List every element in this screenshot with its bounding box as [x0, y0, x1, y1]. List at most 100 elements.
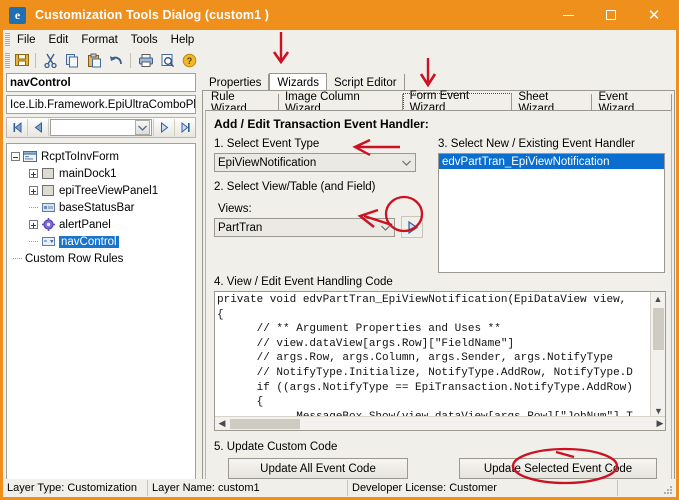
- control-name-field[interactable]: navControl: [6, 73, 196, 92]
- paste-icon: [88, 53, 101, 67]
- print-button[interactable]: [135, 50, 156, 70]
- tree-item-label: epiTreeViewPanel1: [59, 184, 159, 197]
- print-icon: [138, 53, 153, 67]
- expander-toggle[interactable]: [11, 152, 20, 161]
- combo-box-icon: [41, 236, 55, 248]
- close-button[interactable]: ✕: [633, 0, 675, 30]
- control-tree[interactable]: RcptToInvForm mainDock1 epiTreeViewPanel…: [6, 143, 196, 491]
- paste-button[interactable]: [84, 50, 105, 70]
- last-record-icon: [181, 121, 190, 134]
- nav-combo-input[interactable]: [50, 119, 152, 136]
- status-bar: Layer Type: Customization Layer Name: cu…: [3, 479, 676, 497]
- nav-next-button[interactable]: [154, 118, 174, 137]
- scroll-up-icon[interactable]: ▲: [651, 292, 665, 306]
- code-editor[interactable]: private void edvPartTran_EpiViewNotifica…: [214, 291, 666, 431]
- wizard-panel: Properties Wizards Script Editor Rule Wi…: [202, 73, 675, 493]
- minimize-icon: [562, 14, 574, 16]
- window-title: Customization Tools Dialog (custom1 ): [35, 8, 270, 22]
- code-editor-text[interactable]: private void edvPartTran_EpiViewNotifica…: [217, 293, 649, 424]
- update-selected-event-code-button[interactable]: Update Selected Event Code: [459, 458, 657, 479]
- table-row[interactable]: RcptToInvForm: [7, 148, 195, 165]
- views-value: PartTran: [218, 221, 263, 234]
- list-item[interactable]: edvPartTran_EpiViewNotification: [439, 154, 664, 169]
- menu-item-file[interactable]: File: [11, 32, 42, 48]
- tab-image-column-wizard[interactable]: Image Column Wizard: [278, 91, 403, 115]
- maximize-button[interactable]: [590, 0, 632, 30]
- copy-button[interactable]: [62, 50, 83, 70]
- page-title: Add / Edit Transaction Event Handler:: [214, 117, 429, 131]
- help-button[interactable]: ?: [179, 50, 200, 70]
- views-select[interactable]: PartTran: [214, 218, 395, 237]
- previous-record-icon: [34, 122, 42, 133]
- control-type-field[interactable]: Ice.Lib.Framework.EpiUltraComboPlus: [6, 95, 196, 114]
- event-type-value: EpiViewNotification: [218, 156, 317, 169]
- toolbar-grip[interactable]: [5, 52, 10, 68]
- apply-view-button[interactable]: [401, 216, 423, 238]
- table-row[interactable]: baseStatusBar: [7, 199, 195, 216]
- play-arrow-icon: [407, 220, 418, 234]
- tree-connector: [29, 241, 38, 242]
- tool-bar: ?: [3, 49, 676, 71]
- status-developer-license: Developer License: Customer: [348, 480, 618, 496]
- panel-icon: [41, 185, 55, 197]
- event-handler-list[interactable]: edvPartTran_EpiViewNotification: [438, 153, 665, 273]
- form-event-wizard-body: Add / Edit Transaction Event Handler: 1.…: [205, 110, 672, 492]
- tab-rule-wizard[interactable]: Rule Wizard: [205, 91, 279, 115]
- menu-item-help[interactable]: Help: [165, 32, 201, 48]
- minimize-button[interactable]: [547, 0, 589, 30]
- event-type-select[interactable]: EpiViewNotification: [214, 153, 416, 172]
- tab-event-wizard[interactable]: Event Wizard: [592, 91, 672, 115]
- tab-sheet-wizard[interactable]: Sheet Wizard: [512, 91, 593, 115]
- menu-grip[interactable]: [5, 33, 10, 46]
- code-horizontal-scroll-thumb[interactable]: [230, 419, 300, 429]
- code-horizontal-scrollbar[interactable]: ◀ ▶: [215, 416, 665, 430]
- table-row[interactable]: Custom Row Rules: [7, 250, 195, 267]
- menu-bar: File Edit Format Tools Help: [3, 30, 676, 49]
- event-type-dropdown-arrow[interactable]: [399, 155, 414, 170]
- chevron-down-icon: [381, 225, 390, 231]
- table-row[interactable]: navControl: [7, 233, 195, 250]
- nav-last-button[interactable]: [175, 118, 195, 137]
- code-vertical-scrollbar[interactable]: ▲ ▼: [650, 292, 665, 418]
- nav-prev-button[interactable]: [28, 118, 48, 137]
- views-dropdown-arrow[interactable]: [378, 220, 393, 235]
- tab-form-event-wizard[interactable]: Form Event Wizard: [402, 90, 513, 114]
- app-icon: e: [9, 6, 26, 24]
- menu-item-edit[interactable]: Edit: [43, 32, 75, 48]
- undo-icon: [110, 55, 122, 64]
- menu-item-format[interactable]: Format: [75, 32, 123, 48]
- table-row[interactable]: epiTreeViewPanel1: [7, 182, 195, 199]
- nav-combo-dropdown-button[interactable]: [135, 120, 150, 135]
- undo-button[interactable]: [106, 50, 127, 70]
- tree-connector: [13, 258, 22, 259]
- status-layer-name: Layer Name: custom1: [148, 480, 348, 496]
- tab-properties[interactable]: Properties: [202, 74, 270, 91]
- tab-wizards[interactable]: Wizards: [269, 73, 327, 91]
- expander-toggle[interactable]: [29, 186, 38, 195]
- update-all-event-code-button[interactable]: Update All Event Code: [228, 458, 408, 479]
- tab-script-editor[interactable]: Script Editor: [326, 74, 405, 91]
- scroll-right-icon[interactable]: ▶: [653, 418, 665, 429]
- resize-grip[interactable]: [663, 485, 674, 496]
- chevron-down-icon: [138, 125, 147, 131]
- status-bar-icon: [41, 202, 55, 214]
- save-button[interactable]: [11, 50, 32, 70]
- cut-button[interactable]: [40, 50, 61, 70]
- expander-toggle[interactable]: [29, 169, 38, 178]
- step-2-label: 2. Select View/Table (and Field): [214, 181, 376, 193]
- scroll-left-icon[interactable]: ◀: [215, 418, 229, 429]
- table-row[interactable]: mainDock1: [7, 165, 195, 182]
- maximize-icon: [606, 10, 616, 20]
- status-layer-type: Layer Type: Customization: [3, 480, 148, 496]
- print-preview-button[interactable]: [157, 50, 178, 70]
- gear-icon: [41, 218, 55, 231]
- step-5-label: 5. Update Custom Code: [214, 441, 338, 453]
- copy-icon: [66, 53, 78, 67]
- nav-first-button[interactable]: [7, 118, 27, 137]
- menu-item-tools[interactable]: Tools: [125, 32, 164, 48]
- expander-toggle[interactable]: [29, 220, 38, 229]
- inner-tab-strip: Rule Wizard Image Column Wizard Form Eve…: [205, 90, 672, 115]
- tree-item-label: Custom Row Rules: [25, 252, 124, 265]
- code-vertical-scroll-thumb[interactable]: [653, 308, 664, 350]
- table-row[interactable]: alertPanel: [7, 216, 195, 233]
